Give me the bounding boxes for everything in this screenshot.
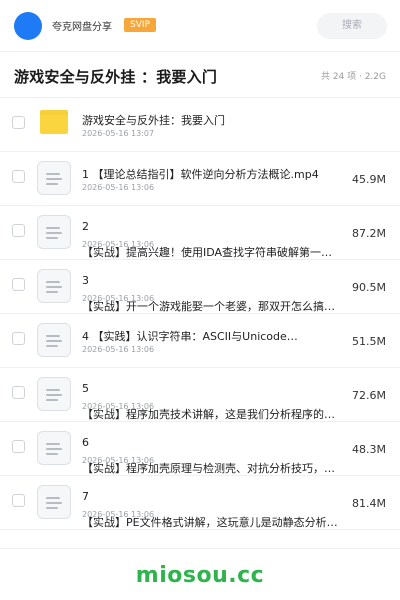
list-item[interactable]: 游戏安全与反外挂：我要入门 2026-05-16 13:07 xyxy=(0,98,400,152)
svip-badge[interactable]: SVIP xyxy=(124,18,156,32)
avatar[interactable] xyxy=(14,12,42,40)
select-checkbox[interactable] xyxy=(12,386,25,399)
item-size: 72.6M xyxy=(352,389,386,402)
file-icon xyxy=(37,269,71,303)
list-item[interactable]: 1 【理论总结指引】软件逆向分析方法概论.mp4 2026-05-16 13:0… xyxy=(0,152,400,206)
list-item[interactable]: 7 2026-05-16 13:06 【实战】PE文件格式讲解，这玩意儿是动静态… xyxy=(0,476,400,530)
item-date: 2026-05-16 13:06 xyxy=(82,345,155,354)
item-name[interactable]: 1 【理论总结指引】软件逆向分析方法概论.mp4 xyxy=(82,166,344,182)
item-name[interactable]: 游戏安全与反外挂：我要入门 xyxy=(82,112,344,128)
select-checkbox[interactable] xyxy=(12,224,25,237)
select-checkbox[interactable] xyxy=(12,116,25,129)
item-name-line2[interactable]: 【实战】程序加壳原理与检测壳、对抗分析技巧，程… xyxy=(82,460,344,476)
list-item[interactable]: 2 2026-05-16 13:06 【实战】提高兴趣！使用IDA查找字符串破解… xyxy=(0,206,400,260)
item-size: 90.5M xyxy=(352,281,386,294)
folder-meta: 共 24 项 · 2.2G xyxy=(320,72,386,82)
item-size: 45.9M xyxy=(352,173,386,186)
select-checkbox[interactable] xyxy=(12,440,25,453)
list-item[interactable]: 5 2026-05-16 13:06 【实战】程序加壳技术讲解，这是我们分析程序… xyxy=(0,368,400,422)
site-watermark: miosou.cc xyxy=(135,563,265,588)
brand-name: 夸克网盘分享 xyxy=(52,22,112,33)
header: 夸克网盘分享 SVIP 搜索 xyxy=(0,0,400,52)
file-icon xyxy=(37,485,71,519)
item-name[interactable]: 4 【实践】认识字符串：ASCII与Unicode… xyxy=(82,328,344,344)
item-name[interactable]: 6 xyxy=(82,436,344,449)
item-size: 48.3M xyxy=(352,443,386,456)
item-name[interactable]: 2 xyxy=(82,220,344,233)
item-date: 2026-05-16 13:07 xyxy=(82,129,155,138)
item-name[interactable]: 7 xyxy=(82,490,344,503)
list-item[interactable]: 6 2026-05-16 13:06 【实战】程序加壳原理与检测壳、对抗分析技巧… xyxy=(0,422,400,476)
file-list: 游戏安全与反外挂：我要入门 2026-05-16 13:07 1 【理论总结指引… xyxy=(0,98,400,530)
file-icon xyxy=(37,377,71,411)
list-item[interactable]: 3 2026-05-16 13:06 【实战】开一个游戏能娶一个老婆，那双开怎么… xyxy=(0,260,400,314)
folder-title-bar: 游戏安全与反外挂 ：我要入门 共 24 项 · 2.2G xyxy=(0,52,400,98)
item-size: 81.4M xyxy=(352,497,386,510)
item-name-line2[interactable]: 【实战】PE文件格式讲解，这玩意儿是动静态分析… xyxy=(82,514,344,530)
select-checkbox[interactable] xyxy=(12,170,25,183)
file-icon xyxy=(37,161,71,195)
item-name[interactable]: 5 xyxy=(82,382,344,395)
search-input[interactable]: 搜索 xyxy=(317,13,387,39)
item-date: 2026-05-16 13:06 xyxy=(82,183,155,192)
item-name-line2[interactable]: 【实战】开一个游戏能娶一个老婆，那双开怎么搞？… xyxy=(82,298,344,314)
folder-icon xyxy=(40,110,68,134)
page-title: 游戏安全与反外挂 ：我要入门 xyxy=(14,68,218,86)
select-checkbox[interactable] xyxy=(12,278,25,291)
item-name-line2[interactable]: 【实战】提高兴趣！使用IDA查找字符串破解第一… xyxy=(82,244,344,260)
footer: miosou.cc xyxy=(0,548,400,600)
list-item[interactable]: 4 【实践】认识字符串：ASCII与Unicode… 2026-05-16 13… xyxy=(0,314,400,368)
item-size: 87.2M xyxy=(352,227,386,240)
file-icon xyxy=(37,431,71,465)
item-size: 51.5M xyxy=(352,335,386,348)
file-icon xyxy=(37,215,71,249)
select-checkbox[interactable] xyxy=(12,494,25,507)
select-checkbox[interactable] xyxy=(12,332,25,345)
item-name-line2[interactable]: 【实战】程序加壳技术讲解，这是我们分析程序的阻… xyxy=(82,406,344,422)
file-icon xyxy=(37,323,71,357)
item-name[interactable]: 3 xyxy=(82,274,344,287)
